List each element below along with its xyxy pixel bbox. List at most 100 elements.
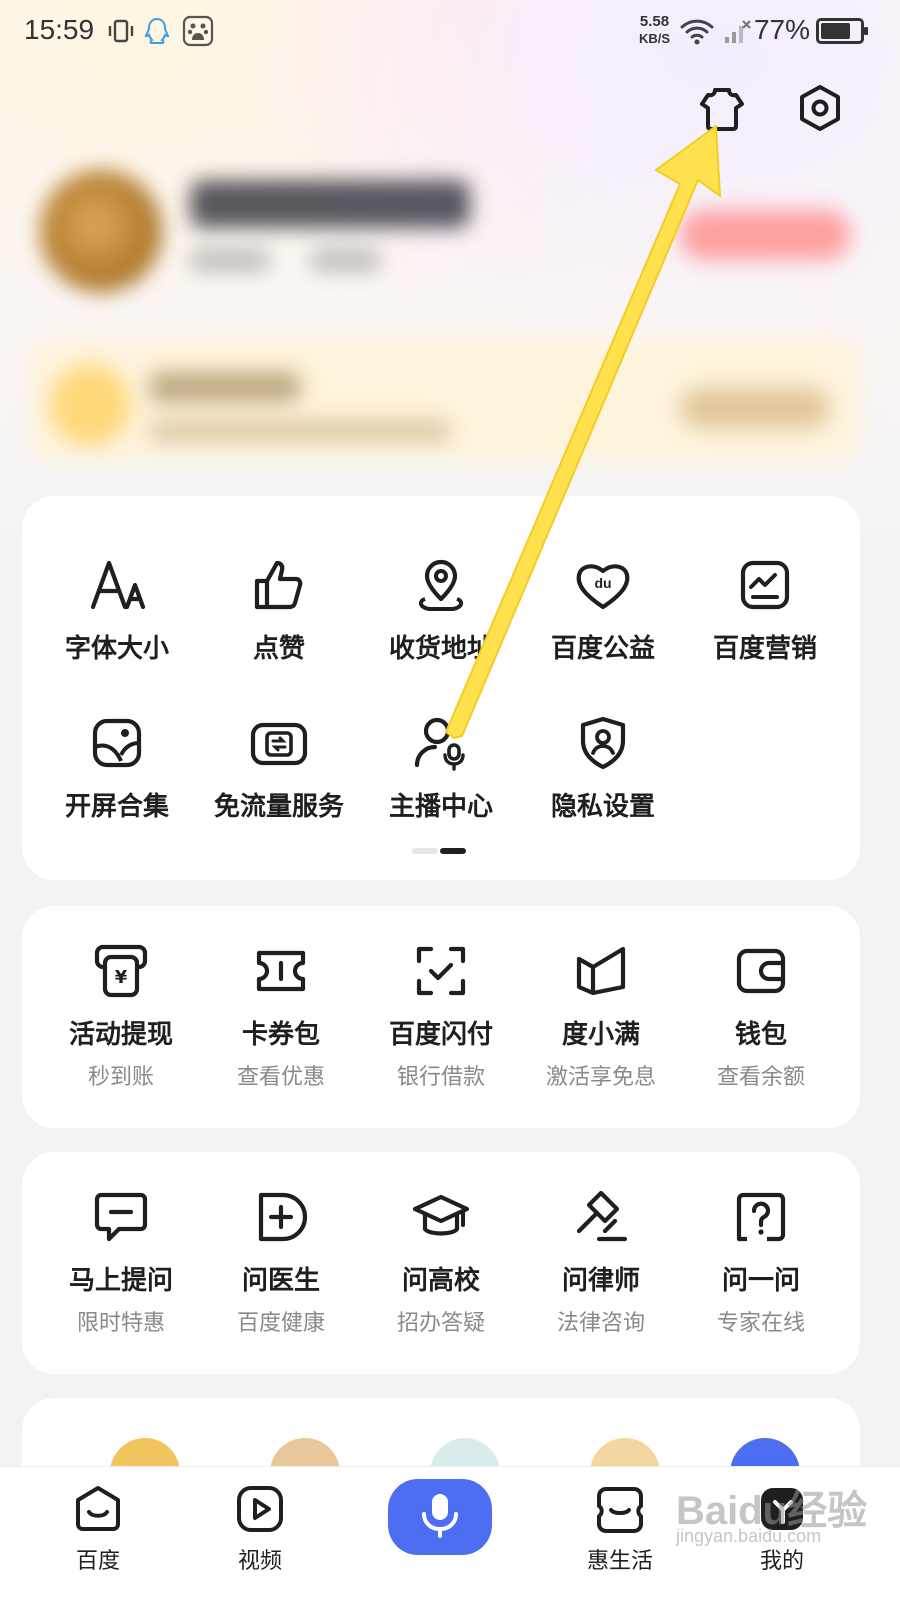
consult-sublabel: 限时特惠	[76, 1311, 165, 1336]
nav-life[interactable]: 惠生活	[560, 1481, 680, 1575]
settings-icon	[796, 84, 844, 136]
ask-chat-icon	[86, 1182, 156, 1252]
quick-pay-icon	[406, 936, 476, 1006]
tool-label: 开屏合集	[64, 792, 169, 822]
tool-anchor[interactable]: 主播中心	[356, 708, 526, 823]
tool-label: 点赞	[252, 634, 305, 664]
nav-label: 惠生活	[586, 1549, 653, 1574]
thumbs-up-icon	[244, 550, 314, 620]
finance-label: 钱包	[734, 1020, 787, 1050]
finance-sublabel: 银行借款	[396, 1065, 485, 1090]
status-bar: 15:59 5.58 KB/S 77%	[0, 0, 900, 64]
member-subtitle-blurred	[150, 420, 450, 442]
tool-address[interactable]: 收货地址	[356, 550, 526, 665]
page-indicator	[412, 848, 468, 856]
net-speed-unit: KB/S	[638, 31, 670, 46]
user-stat-blurred	[310, 248, 380, 272]
finance-label: 度小满	[561, 1020, 640, 1050]
nav-video[interactable]: 视频	[200, 1481, 320, 1575]
tool-like[interactable]: 点赞	[194, 550, 364, 665]
finance-wallet[interactable]: 钱包 查看余额	[676, 936, 846, 1091]
tool-data-free[interactable]: 免流量服务	[194, 708, 364, 823]
consult-card: 马上提问 限时特惠 问医生 百度健康 问高校 招办答疑 问律师 法律咨询 问一问…	[22, 1152, 860, 1374]
finance-sublabel: 激活享免息	[545, 1065, 656, 1090]
finance-card: ¥ 活动提现 秒到账 卡券包 查看优惠 百度闪付 银行借款 度小满 激活享免息 …	[22, 906, 860, 1128]
nav-label: 百度	[75, 1549, 120, 1574]
page-dot	[412, 848, 438, 854]
nav-label: 我的	[759, 1549, 804, 1574]
location-pin-icon	[406, 550, 476, 620]
consult-college[interactable]: 问高校 招办答疑	[356, 1182, 526, 1337]
withdraw-icon: ¥	[86, 936, 156, 1006]
tool-label: 百度公益	[550, 634, 655, 664]
finance-quick-pay[interactable]: 百度闪付 银行借款	[356, 936, 526, 1091]
tool-privacy[interactable]: 隐私设置	[518, 708, 688, 823]
microphone-icon	[420, 1492, 460, 1542]
net-speed-value: 5.58	[639, 13, 670, 30]
finance-label: 活动提现	[68, 1020, 173, 1050]
svg-text:¥: ¥	[115, 967, 128, 988]
signal-icon	[722, 14, 752, 48]
finance-sublabel: 秒到账	[87, 1065, 154, 1090]
svg-text:du: du	[594, 575, 611, 591]
question-icon	[726, 1182, 796, 1252]
tool-charity[interactable]: du 百度公益	[518, 550, 688, 665]
settings-button[interactable]	[792, 82, 848, 138]
tools-card: 字体大小 点赞 收货地址 du 百度公益 百度营销 开屏合集 免流量服务 主播中…	[22, 496, 860, 880]
consult-label: 问医生	[241, 1266, 320, 1296]
member-title-blurred	[150, 372, 300, 402]
font-size-icon	[82, 550, 152, 620]
watermark-url: jingyan.baidu.com	[676, 1526, 822, 1546]
baidu-app-icon	[182, 14, 214, 48]
gavel-icon	[566, 1182, 636, 1252]
qq-icon	[142, 14, 172, 48]
tool-label: 主播中心	[388, 792, 493, 822]
consult-expert[interactable]: 问一问 专家在线	[676, 1182, 846, 1337]
finance-withdraw[interactable]: ¥ 活动提现 秒到账	[36, 936, 206, 1091]
coin-icon	[50, 365, 130, 445]
finance-sublabel: 查看余额	[716, 1065, 805, 1090]
nav-label: 视频	[237, 1549, 282, 1574]
status-time: 15:59	[24, 14, 95, 45]
tool-label: 百度营销	[712, 634, 817, 664]
consult-sublabel: 百度健康	[236, 1311, 325, 1336]
tool-label: 字体大小	[64, 634, 169, 664]
consult-lawyer[interactable]: 问律师 法律咨询	[516, 1182, 686, 1337]
tool-label: 免流量服务	[213, 792, 344, 822]
consult-sublabel: 法律咨询	[556, 1311, 645, 1336]
consult-sublabel: 招办答疑	[396, 1311, 485, 1336]
life-icon	[592, 1481, 648, 1537]
avatar[interactable]	[40, 170, 162, 292]
tool-marketing[interactable]: 百度营销	[680, 550, 850, 665]
tool-splash[interactable]: 开屏合集	[32, 708, 202, 823]
consult-doctor[interactable]: 问医生 百度健康	[196, 1182, 366, 1337]
consult-ask[interactable]: 马上提问 限时特惠	[36, 1182, 206, 1337]
marketing-chart-icon	[730, 550, 800, 620]
page-dot-active	[440, 848, 466, 854]
anchor-mic-icon	[406, 708, 476, 778]
data-free-icon	[244, 708, 314, 778]
vibrate-icon	[106, 14, 136, 48]
net-speed: 5.58 KB/S	[639, 13, 670, 47]
privacy-shield-icon	[568, 708, 638, 778]
nav-home[interactable]: 百度	[38, 1481, 158, 1575]
battery-fill	[821, 23, 850, 39]
promo-button-blurred[interactable]	[680, 210, 850, 260]
tool-label: 隐私设置	[550, 792, 655, 822]
consult-sublabel: 专家在线	[716, 1311, 805, 1336]
tool-font-size[interactable]: 字体大小	[32, 550, 202, 665]
video-play-icon	[232, 1481, 288, 1537]
finance-duxiaoman[interactable]: 度小满 激活享免息	[516, 936, 686, 1091]
splash-image-icon	[82, 708, 152, 778]
battery-percent: 77%	[753, 14, 810, 45]
finance-label: 卡券包	[241, 1020, 320, 1050]
wifi-icon	[678, 14, 716, 48]
member-action-blurred[interactable]	[680, 388, 830, 428]
voice-search-button[interactable]	[388, 1479, 492, 1555]
duxiaoman-icon	[566, 936, 636, 1006]
consult-label: 问一问	[721, 1266, 800, 1296]
finance-coupon[interactable]: 卡券包 查看优惠	[196, 936, 366, 1091]
theme-skin-button[interactable]	[694, 82, 750, 138]
battery-icon	[816, 18, 868, 44]
user-name-blurred	[190, 180, 470, 228]
